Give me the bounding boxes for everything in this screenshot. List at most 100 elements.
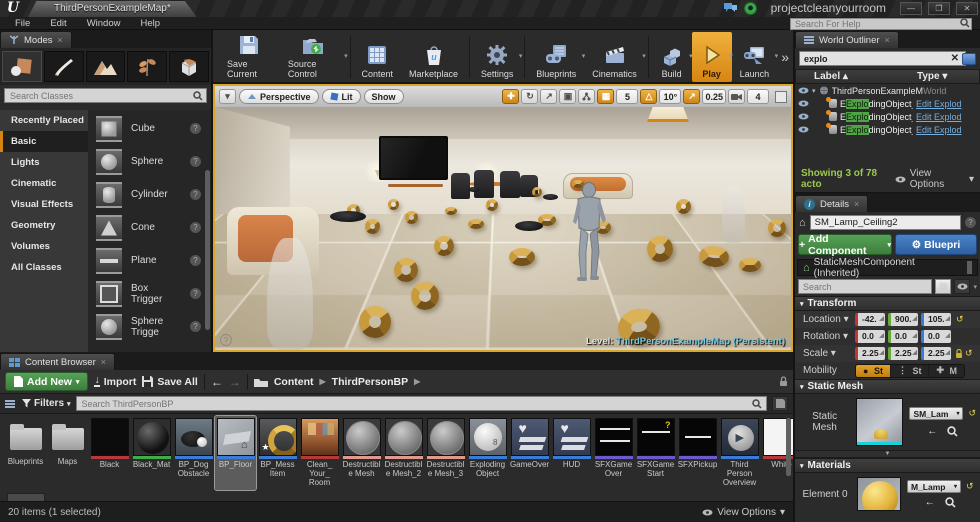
surface-snap-button[interactable] bbox=[578, 89, 596, 104]
epic-hub-icon[interactable] bbox=[743, 1, 757, 15]
asset-blueprints[interactable]: Blueprints bbox=[5, 416, 46, 490]
outliner-view-options[interactable]: View Options ▾ bbox=[895, 168, 974, 190]
grid-snap-value[interactable]: 5 bbox=[616, 89, 639, 104]
toolbar-button-content[interactable]: Content bbox=[353, 32, 401, 82]
perspective-button[interactable]: Perspective bbox=[239, 89, 319, 104]
mobility-stationary-option[interactable]: ⋮ St bbox=[889, 364, 929, 377]
use-selected-icon[interactable]: ← bbox=[925, 497, 935, 508]
category-geometry[interactable]: Geometry bbox=[0, 215, 88, 236]
column-type[interactable]: Type ▾ bbox=[917, 71, 979, 82]
location-y-field[interactable]: 900. ◢ bbox=[888, 313, 918, 326]
lock-icon[interactable] bbox=[955, 348, 963, 359]
outliner-actor-row[interactable]: EExplodingObject_C Edit Explod bbox=[795, 97, 980, 110]
scrollbar[interactable] bbox=[967, 261, 973, 274]
lock-icon[interactable] bbox=[779, 376, 788, 387]
asset-maps[interactable]: Maps bbox=[47, 416, 88, 490]
placeable-plane[interactable]: Plane ? bbox=[88, 244, 211, 277]
add-component-button[interactable]: + Add Component ▾ bbox=[798, 233, 892, 257]
camera-speed-button[interactable] bbox=[728, 89, 745, 104]
chevron-down-icon[interactable]: ▾ bbox=[642, 52, 646, 60]
import-button[interactable]: ↓ Import bbox=[94, 375, 136, 388]
save-all-button[interactable]: Save All bbox=[142, 376, 198, 388]
reset-icon[interactable]: ↺ bbox=[968, 408, 976, 419]
category-cinematic[interactable]: Cinematic bbox=[0, 173, 88, 194]
scale-snap-value[interactable]: 0.25 bbox=[702, 89, 726, 104]
reset-icon[interactable]: ↺ bbox=[956, 314, 964, 325]
help-icon[interactable]: ? bbox=[190, 189, 201, 200]
asset-sfxpickup[interactable]: SFXPickup bbox=[677, 416, 718, 490]
details-visibility-button[interactable] bbox=[954, 279, 971, 294]
help-icon[interactable]: ? bbox=[965, 217, 976, 228]
placeable-box-trigger[interactable]: Box Trigger ? bbox=[88, 277, 211, 310]
eye-icon[interactable] bbox=[798, 100, 809, 107]
asset-destructible-mesh-2[interactable]: Destructible Mesh_2 bbox=[383, 416, 424, 490]
column-label[interactable]: Label ▴ bbox=[796, 71, 917, 82]
edit-blueprint-link[interactable]: Edit Explod bbox=[916, 125, 980, 135]
actor-name-field[interactable] bbox=[809, 215, 961, 230]
mode-button-place-mode[interactable] bbox=[2, 51, 42, 82]
reset-icon[interactable]: ↺ bbox=[966, 481, 974, 492]
viewport[interactable]: ▾ Perspective Lit Show ✚ ↻ ↗ ▣ ▦ 5 △ 10°… bbox=[213, 84, 793, 352]
material-dropdown[interactable]: M_Lamp ▾ bbox=[907, 480, 961, 493]
placeable-cube[interactable]: Cube ? bbox=[88, 112, 211, 145]
tab-details[interactable]: i Details × bbox=[795, 195, 869, 212]
outliner-actor-row[interactable]: EExplodingObject_C Edit Explod bbox=[795, 110, 980, 123]
outliner-search-input[interactable] bbox=[799, 51, 966, 66]
toolbar-button-play[interactable]: Play ▾ bbox=[691, 32, 733, 82]
category-recently-placed[interactable]: Recently Placed bbox=[0, 110, 88, 131]
mode-button-foliage-mode[interactable] bbox=[127, 51, 168, 82]
mobility-static-option[interactable]: ● St bbox=[856, 364, 890, 377]
eye-icon[interactable] bbox=[798, 87, 809, 94]
outliner-filter-icon[interactable] bbox=[962, 52, 976, 65]
toolbar-button-build[interactable]: Build ▾ bbox=[652, 32, 693, 82]
clear-search-icon[interactable]: ✕ bbox=[951, 53, 959, 64]
component-row[interactable]: ⌂ StaticMeshComponent (Inherited) bbox=[797, 257, 978, 279]
menu-file[interactable]: File bbox=[6, 18, 39, 29]
close-icon[interactable]: × bbox=[854, 199, 859, 209]
help-icon[interactable]: ? bbox=[190, 123, 201, 134]
rotation-label[interactable]: Rotation ▾ bbox=[803, 331, 855, 342]
minimize-button[interactable]: — bbox=[900, 1, 922, 15]
edit-blueprint-link[interactable]: Edit Explod bbox=[916, 99, 980, 109]
reset-icon[interactable]: ↺ bbox=[965, 348, 973, 359]
static-mesh-dropdown[interactable]: SM_Lam ▾ bbox=[909, 407, 964, 420]
mode-button-geometry-mode[interactable] bbox=[169, 51, 209, 82]
category-volumes[interactable]: Volumes bbox=[0, 236, 88, 257]
back-button[interactable]: ← bbox=[211, 375, 223, 389]
viewport-options-button[interactable]: ▾ bbox=[219, 89, 236, 104]
maximize-viewport-button[interactable] bbox=[775, 90, 787, 103]
rotation-snap-value[interactable]: 10° bbox=[659, 89, 682, 104]
world-local-toggle[interactable]: ▣ bbox=[559, 89, 577, 104]
asset-exploding-object[interactable]: Exploding Object bbox=[467, 416, 508, 490]
close-button[interactable]: ✕ bbox=[956, 1, 978, 15]
lit-button[interactable]: Lit bbox=[321, 89, 361, 104]
scale-label[interactable]: Scale ▾ bbox=[803, 348, 855, 359]
rotate-tool-button[interactable]: ↻ bbox=[521, 89, 539, 104]
toolbar-overflow-chevron[interactable]: » bbox=[777, 49, 793, 65]
viewport-help-icon[interactable]: ? bbox=[220, 334, 232, 346]
asset-bp-dog-obstacle[interactable]: BP_Dog Obstacle bbox=[173, 416, 214, 490]
rotation-z-field[interactable]: 0.0 ◢ bbox=[921, 330, 951, 343]
details-search-input[interactable] bbox=[798, 279, 933, 294]
mobility-movable-option[interactable]: ✚ M bbox=[928, 364, 964, 377]
chevron-down-icon[interactable]: ▾ bbox=[775, 52, 779, 60]
use-selected-icon[interactable]: ← bbox=[927, 426, 937, 437]
asset-black[interactable]: Black bbox=[89, 416, 130, 490]
rotation-snap-toggle[interactable]: △ bbox=[640, 89, 658, 104]
close-icon[interactable]: × bbox=[101, 357, 106, 367]
placeable-cylinder[interactable]: Cylinder ? bbox=[88, 178, 211, 211]
placeable-sphere-trigge[interactable]: Sphere Trigge ? bbox=[88, 310, 211, 343]
transform-section-header[interactable]: ▾ Transform bbox=[795, 296, 980, 311]
restore-button[interactable]: ❐ bbox=[928, 1, 950, 15]
scale-tool-button[interactable]: ↗ bbox=[540, 89, 558, 104]
asset-bp-floor[interactable]: BP_Floor bbox=[214, 415, 257, 491]
location-label[interactable]: Location ▾ bbox=[803, 314, 855, 325]
toolbar-button-save-current[interactable]: Save Current bbox=[219, 32, 280, 82]
forward-button[interactable]: → bbox=[229, 375, 241, 389]
scale-x-field[interactable]: 2.25 ◢ bbox=[855, 347, 885, 360]
sources-panel-icon[interactable] bbox=[5, 399, 17, 408]
chevron-down-icon[interactable]: ▾ bbox=[519, 52, 523, 60]
menu-edit[interactable]: Edit bbox=[41, 18, 75, 29]
menu-window[interactable]: Window bbox=[78, 18, 130, 29]
asset-gameover[interactable]: GameOver bbox=[509, 416, 550, 490]
